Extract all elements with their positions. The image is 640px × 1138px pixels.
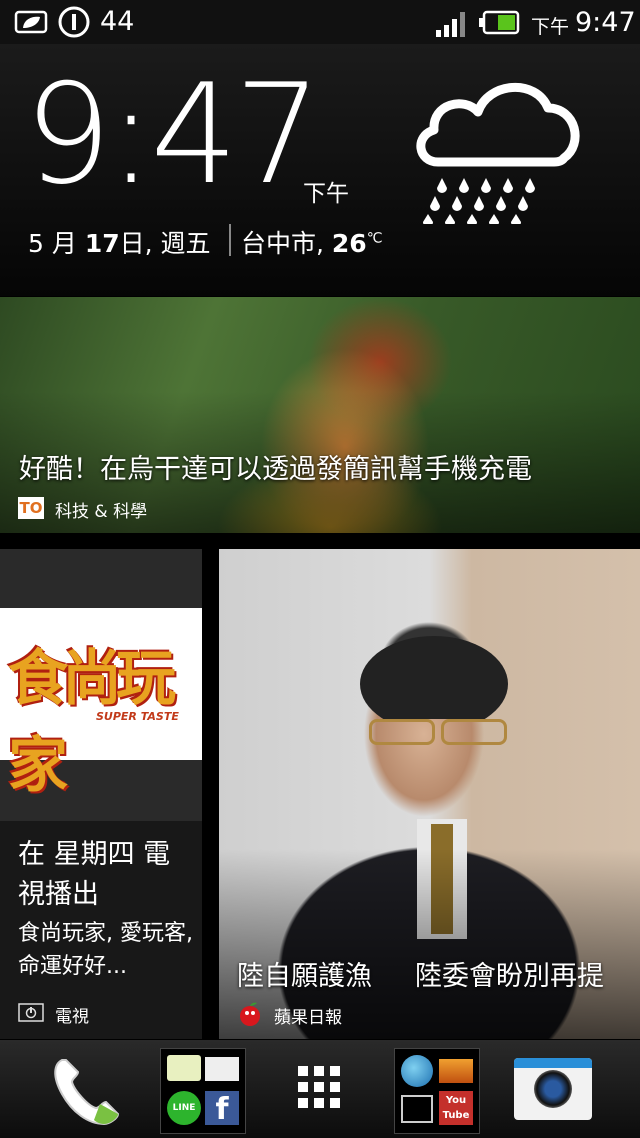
media-folder-icon[interactable]: You Tube <box>394 1048 480 1134</box>
temperature: 26 <box>331 229 367 258</box>
camera-lens <box>534 1070 572 1108</box>
photo-hair <box>360 636 508 719</box>
logo-subtext: SUPER TASTE <box>96 710 179 723</box>
divider <box>229 224 231 256</box>
news-tile-tech[interactable]: 好酷！在烏干達可以透過發簡訊幫手機充電 TO 科技 & 科學 <box>0 297 640 533</box>
date-line: 5 月 17日, 週五 <box>28 224 211 260</box>
show-logo: 食尚玩家 SUPER TASTE <box>0 608 202 801</box>
contacts-icon <box>205 1057 239 1081</box>
clock-period: 下午 <box>303 181 349 207</box>
clock-weather-widget[interactable]: 9:47 下午 5 月 17日, 週五 台中市, 26℃ <box>0 44 640 296</box>
photo-glasses-right <box>441 719 507 745</box>
youtube-icon: You Tube <box>439 1091 473 1125</box>
show-description: 食尚玩家, 愛玩客, 命運好好... <box>18 921 193 979</box>
status-bar: 44 下午 9:47 <box>0 0 640 44</box>
tv-app-icon <box>401 1095 433 1123</box>
show-schedule: 在 星期四 電視播出 <box>18 839 171 910</box>
signal-icon <box>436 12 465 37</box>
photo-glasses <box>369 719 435 745</box>
camera-icon[interactable] <box>514 1058 592 1120</box>
date-day: 17 <box>84 229 120 258</box>
news-tile-apple-daily[interactable]: 陸自願護漁 陸委會盼別再提 蘋果日報 <box>219 549 640 1039</box>
battery-icon <box>479 10 520 35</box>
news-category: 科技 & 科學 <box>55 502 148 522</box>
temperature-unit: ℃ <box>366 230 383 247</box>
notification-count: 44 <box>100 6 135 37</box>
leaf-message-icon <box>14 10 48 34</box>
app-drawer-icon[interactable] <box>296 1064 342 1110</box>
facebook-icon: f <box>205 1091 239 1127</box>
date-month: 5 月 <box>28 229 77 258</box>
apple-source: 蘋果日報 <box>274 1008 342 1028</box>
line-icon: LINE <box>167 1091 201 1125</box>
messages-icon <box>167 1055 201 1081</box>
show-info: 在 星期四 電視播出 食尚玩家, 愛玩客, 命運好好... 電視 <box>0 821 202 1039</box>
phone-icon[interactable] <box>48 1054 124 1130</box>
gallery-icon <box>439 1059 473 1083</box>
location-temp: 台中市, 26℃ <box>241 224 382 260</box>
city-name: 台中市, <box>241 229 324 258</box>
tv-icon <box>18 1003 44 1022</box>
status-time-period: 下午 <box>531 16 570 38</box>
source-logo-icon: TO <box>18 497 44 519</box>
camera-top-bar <box>514 1058 592 1068</box>
apple-headline-part1: 陸自願護漁 <box>237 961 372 992</box>
date-rest: 日, 週五 <box>119 229 211 258</box>
tv-show-tile[interactable]: 食尚玩家 SUPER TASTE 在 星期四 電視播出 食尚玩家, 愛玩客, 命… <box>0 549 202 1039</box>
dock: LINE f You Tube <box>0 1040 640 1138</box>
rain-cloud-icon <box>416 82 580 224</box>
messaging-folder-icon[interactable]: LINE f <box>160 1048 246 1134</box>
tv-category: 電視 <box>55 1007 89 1027</box>
apple-logo-icon <box>240 1002 260 1026</box>
status-time: 9:47 <box>575 7 636 38</box>
news-headline: 好酷！在烏干達可以透過發簡訊幫手機充電 <box>19 454 532 485</box>
globe-icon <box>401 1055 433 1087</box>
clock-time: 9:47 <box>24 54 322 215</box>
power-icon <box>58 6 90 38</box>
apple-headline-part2: 陸委會盼別再提 <box>415 961 604 992</box>
